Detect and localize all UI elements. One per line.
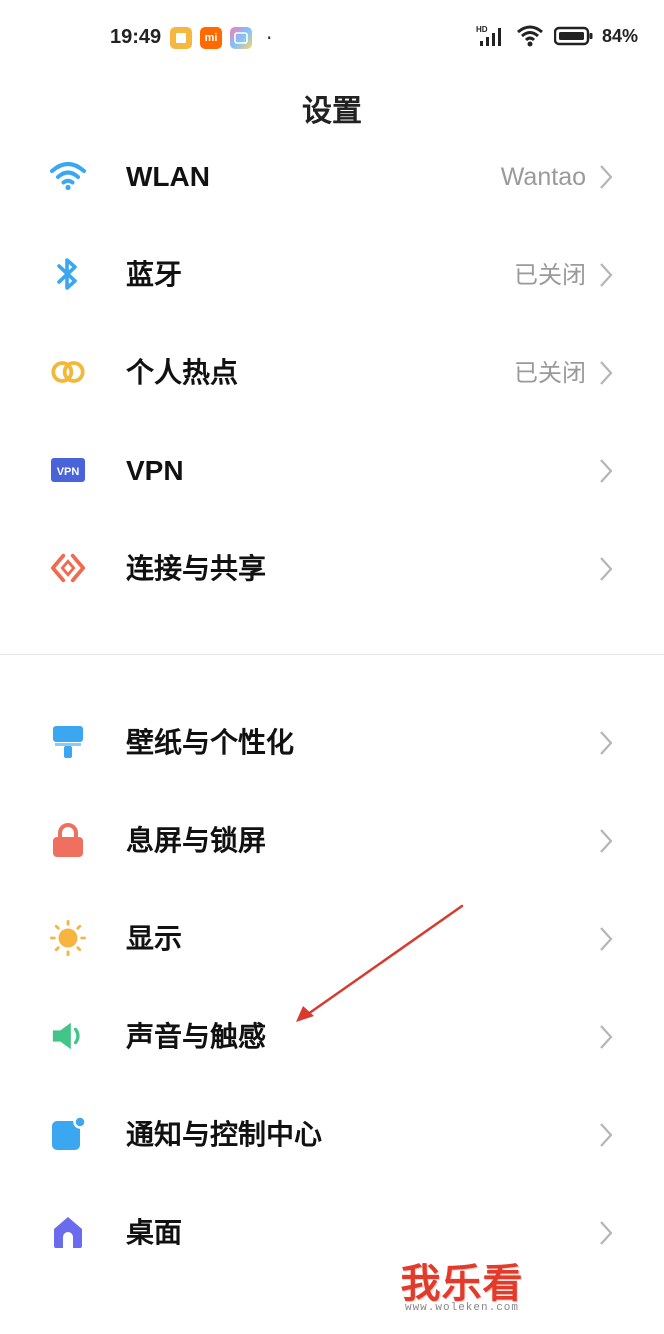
chevron-right-icon — [600, 731, 613, 755]
notification-icon — [50, 1116, 86, 1152]
settings-item-label: VPN — [126, 455, 184, 486]
settings-item-bluetooth[interactable]: 蓝牙 已关闭 — [0, 225, 664, 323]
settings-item-connection-share[interactable]: 连接与共享 — [0, 519, 664, 617]
settings-item-wallpaper[interactable]: 壁纸与个性化 — [0, 693, 664, 791]
settings-item-hotspot[interactable]: 个人热点 已关闭 — [0, 323, 664, 421]
watermark-logo: 我乐看 www.woleken.com — [396, 1262, 528, 1314]
network-hd-label: HD — [476, 25, 488, 34]
settings-item-label: 连接与共享 — [126, 552, 267, 585]
brightness-icon — [50, 920, 86, 956]
mi-app-icon: mi — [200, 27, 222, 49]
chevron-right-icon — [600, 927, 613, 951]
bluetooth-icon — [50, 256, 86, 292]
wifi-status-icon — [517, 25, 543, 47]
settings-item-sound[interactable]: 声音与触感 — [0, 987, 664, 1085]
settings-item-label: 壁纸与个性化 — [126, 726, 295, 759]
vpn-icon-text: VPN — [57, 466, 80, 478]
watermark-url: www.woleken.com — [404, 1302, 520, 1314]
chevron-right-icon — [600, 263, 613, 287]
signal-icon: HD — [476, 25, 501, 46]
section-divider — [0, 654, 664, 655]
chevron-right-icon — [600, 1025, 613, 1049]
gallery-app-icon — [230, 27, 252, 49]
settings-item-label: 桌面 — [126, 1216, 183, 1249]
overflow-dot: · — [266, 26, 273, 50]
chevron-right-icon — [600, 361, 613, 385]
status-right-group: HD 84% — [476, 24, 638, 48]
wallpaper-icon — [50, 724, 86, 760]
settings-item-notifications[interactable]: 通知与控制中心 — [0, 1085, 664, 1183]
settings-item-value: 已关闭 — [514, 359, 586, 387]
battery-icon — [553, 26, 593, 46]
settings-item-label: 通知与控制中心 — [126, 1118, 323, 1151]
settings-item-vpn[interactable]: VPN VPN — [0, 421, 664, 519]
hotspot-icon — [50, 354, 86, 390]
settings-item-label: 显示 — [126, 922, 183, 955]
notification-icons: mi · — [170, 27, 272, 49]
home-icon — [50, 1214, 86, 1250]
settings-item-label: 息屏与锁屏 — [126, 824, 267, 857]
watermark-main-text: 我乐看 — [400, 1261, 524, 1307]
chevron-right-icon — [600, 557, 613, 581]
chevron-right-icon — [600, 459, 613, 483]
notes-app-icon — [170, 27, 192, 49]
settings-item-label: 蓝牙 — [126, 258, 183, 291]
chevron-right-icon — [600, 165, 613, 189]
vpn-icon: VPN — [50, 452, 86, 488]
chevron-right-icon — [600, 1221, 613, 1245]
wifi-icon — [50, 158, 86, 194]
page-title: 设置 — [302, 94, 362, 129]
chevron-right-icon — [600, 829, 613, 853]
status-time: 19:49 — [110, 26, 162, 48]
speaker-icon — [50, 1018, 86, 1054]
status-bar: 19:49 mi · HD 84% — [0, 0, 664, 80]
settings-item-home-screen[interactable]: 桌面 — [0, 1183, 664, 1281]
settings-item-value: 已关闭 — [514, 261, 586, 289]
lock-icon — [50, 822, 86, 858]
settings-item-display[interactable]: 显示 — [0, 889, 664, 987]
settings-item-label: 个人热点 — [126, 356, 239, 389]
settings-item-value: Wantao — [500, 163, 586, 191]
chevron-right-icon — [600, 1123, 613, 1147]
settings-item-label: 声音与触感 — [126, 1020, 267, 1053]
settings-item-label: WLAN — [126, 161, 210, 192]
settings-item-lock-screen[interactable]: 息屏与锁屏 — [0, 791, 664, 889]
battery-percent: 84% — [601, 25, 638, 46]
settings-item-wlan[interactable]: WLAN Wantao — [0, 127, 664, 225]
connection-share-icon — [50, 550, 86, 586]
